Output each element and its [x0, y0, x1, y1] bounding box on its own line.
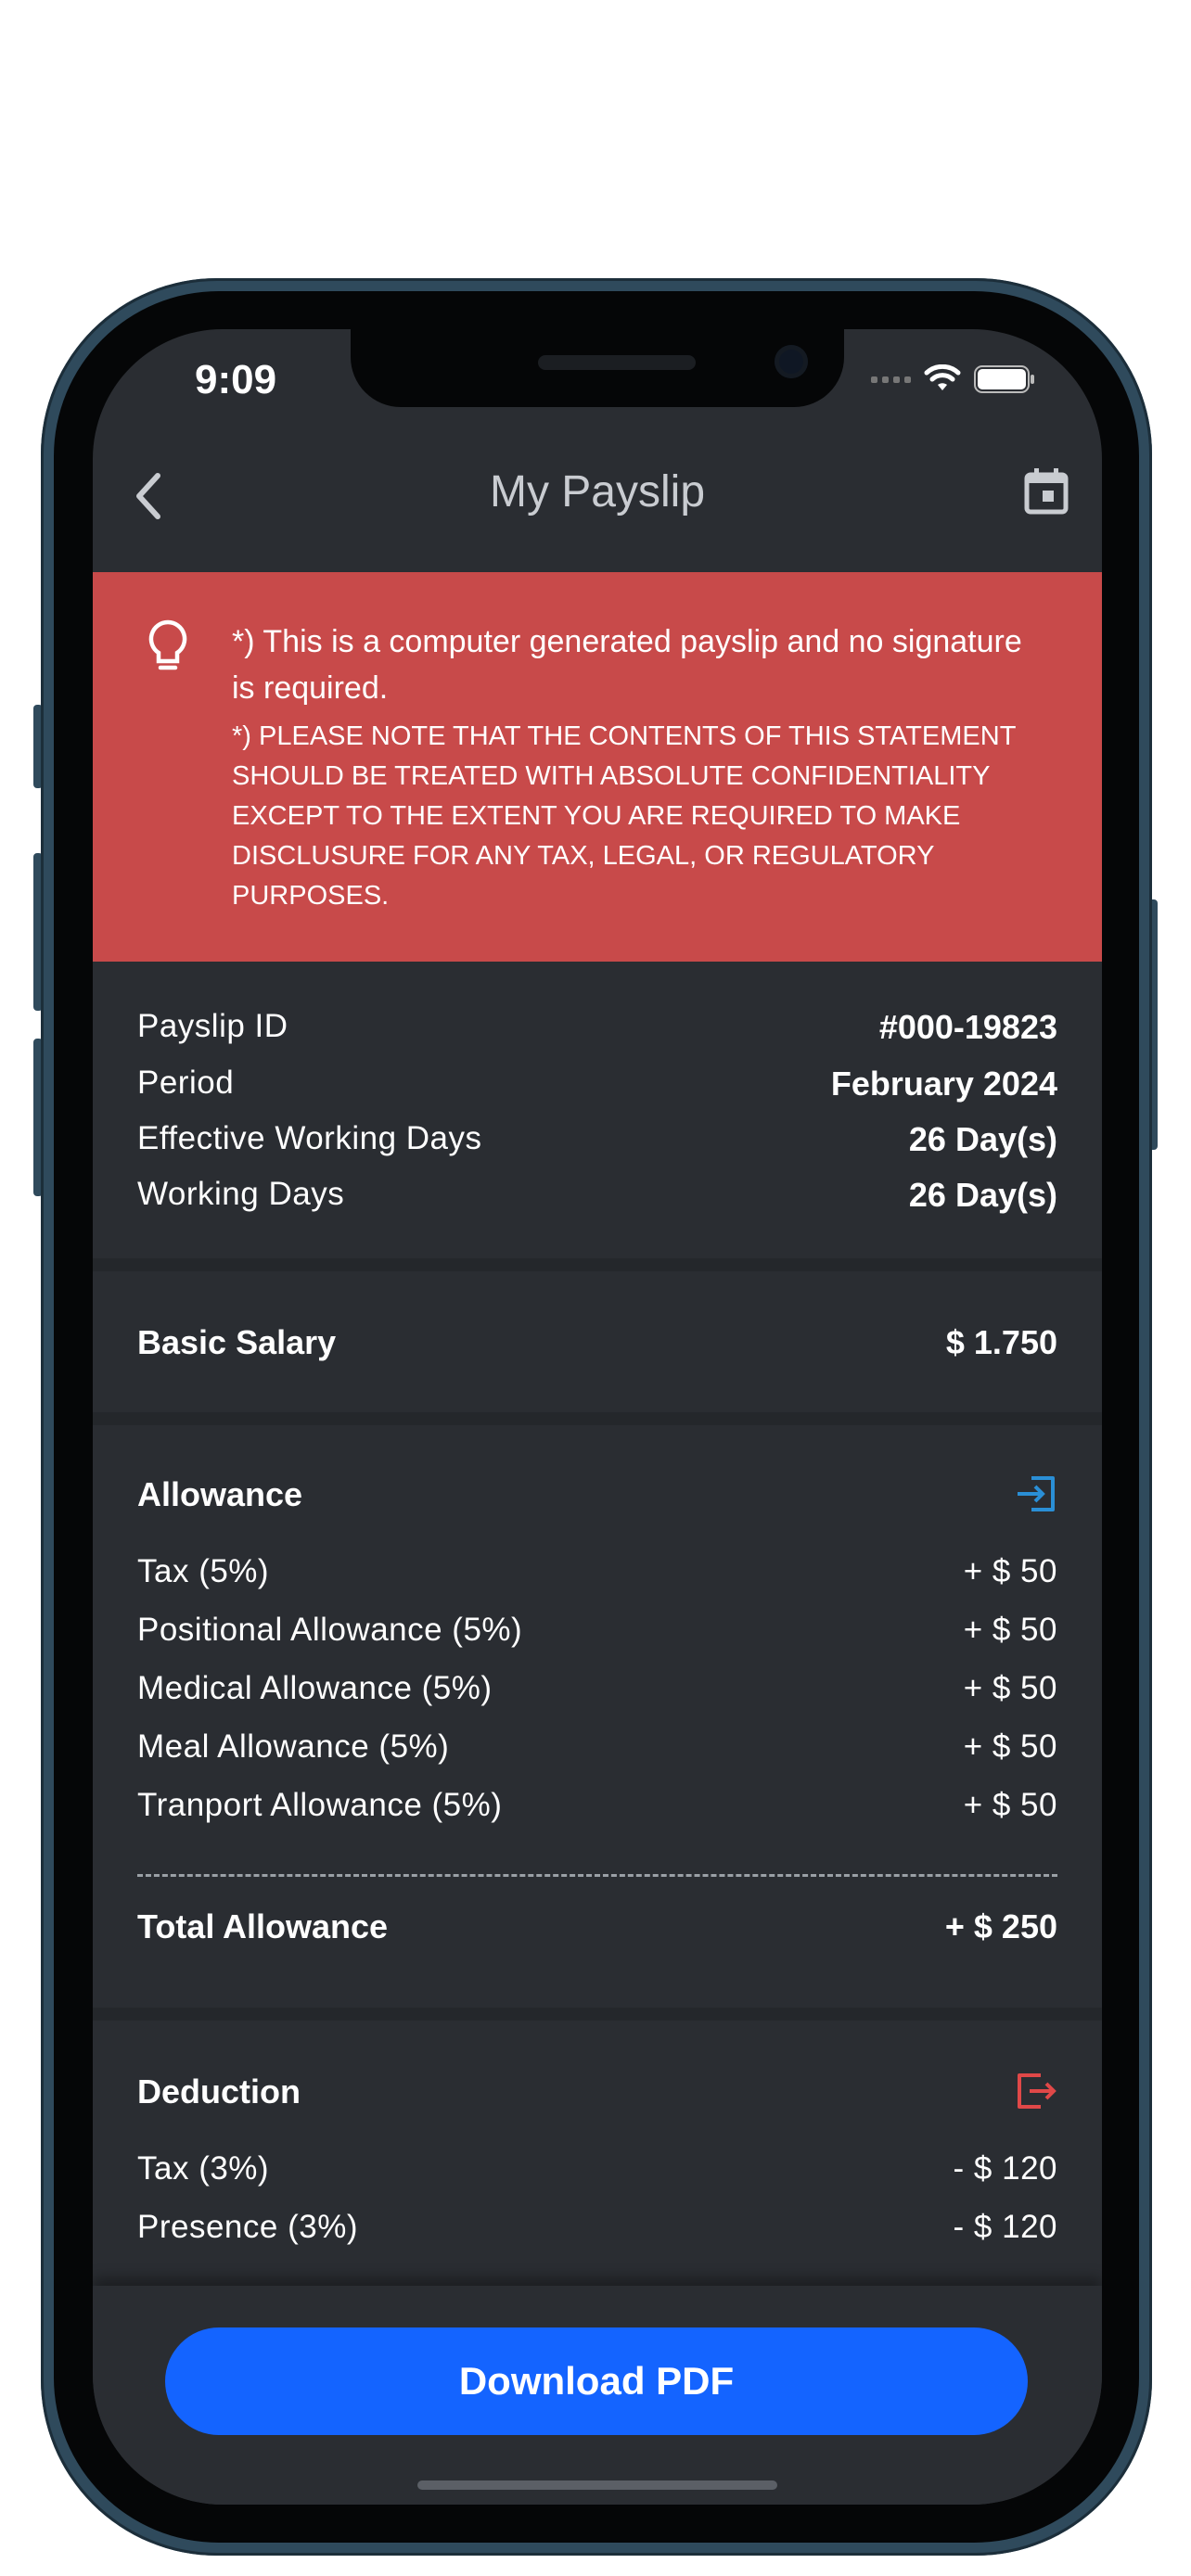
basic-salary-value: $ 1.750: [945, 1323, 1057, 1361]
basic-salary-label: Basic Salary: [137, 1323, 337, 1361]
app-header: My Payslip: [93, 450, 1102, 533]
deduction-item: Tax (3%) - $ 120: [137, 2150, 1057, 2187]
confidentiality-banner: *) This is a computer generated payslip …: [93, 572, 1102, 962]
confidentiality-note: *) PLEASE NOTE THAT THE CONTENTS OF THIS…: [232, 721, 1016, 911]
basic-salary-section: Basic Salary $ 1.750: [93, 1271, 1102, 1412]
summary-row-working-days: Working Days 26 Day(s): [137, 1176, 1057, 1215]
allowance-item-value: + $ 50: [963, 1553, 1057, 1589]
payslip-summary: Payslip ID #000-19823 Period February 20…: [93, 962, 1102, 1258]
allowance-item-value: + $ 50: [963, 1670, 1057, 1706]
summary-value: February 2024: [830, 1065, 1057, 1103]
deduction-section: Deduction Tax (3%) - $ 120 Presence (3%)…: [93, 2021, 1102, 2299]
allowance-item-label: Tranport Allowance (5%): [137, 1787, 503, 1823]
divider: [93, 2008, 1102, 2021]
allowance-item-label: Positional Allowance (5%): [137, 1612, 523, 1648]
summary-row-effective-days: Effective Working Days 26 Day(s): [137, 1120, 1057, 1159]
calendar-icon[interactable]: [1022, 466, 1070, 516]
allowance-item-value: + $ 50: [963, 1612, 1057, 1648]
allowance-item: Tranport Allowance (5%) + $ 50: [137, 1787, 1057, 1824]
wifi-icon: [924, 364, 961, 390]
summary-label: Payslip ID: [137, 1008, 288, 1044]
summary-value: 26 Day(s): [908, 1120, 1057, 1158]
dashed-divider: [137, 1874, 1057, 1877]
allowance-item: Positional Allowance (5%) + $ 50: [137, 1612, 1057, 1649]
summary-row-period: Period February 2024: [137, 1065, 1057, 1103]
summary-label: Period: [137, 1065, 235, 1101]
total-allowance-value: + $ 250: [944, 1907, 1057, 1945]
allowance-item-value: + $ 50: [963, 1787, 1057, 1823]
lightbulb-icon: [148, 619, 187, 670]
deduction-header: Deduction: [137, 2072, 1057, 2111]
allowance-item: Tax (5%) + $ 50: [137, 1553, 1057, 1590]
deduction-item-value: - $ 120: [953, 2150, 1057, 2187]
deduction-item-label: Tax (3%): [137, 2150, 270, 2187]
allowance-item-label: Meal Allowance (5%): [137, 1728, 450, 1765]
bottom-action-bar: Download PDF: [93, 2286, 1102, 2505]
total-allowance-label: Total Allowance: [137, 1907, 389, 1945]
allowance-item-label: Tax (5%): [137, 1553, 270, 1589]
deduction-item: Presence (3%) - $ 120: [137, 2209, 1057, 2246]
status-time: 9:09: [195, 357, 277, 402]
summary-value: 26 Day(s): [908, 1176, 1057, 1214]
status-icons: [871, 364, 1035, 394]
page-title: My Payslip: [489, 467, 706, 516]
front-camera: [775, 345, 808, 378]
allowance-section: Allowance Tax (5%) + $ 50 Positional All…: [93, 1425, 1102, 2008]
generated-note: *) This is a computer generated payslip …: [232, 624, 1022, 706]
home-indicator[interactable]: [417, 2480, 777, 2490]
summary-label: Working Days: [137, 1176, 345, 1212]
allowance-title: Allowance: [137, 1475, 303, 1513]
outgoing-icon: [1018, 2073, 1057, 2109]
deduction-title: Deduction: [137, 2072, 301, 2111]
allowance-item-label: Medical Allowance (5%): [137, 1670, 493, 1706]
app-screen: 9:09 My Payslip *) This is a computer ge…: [93, 329, 1102, 2505]
total-allowance-row: Total Allowance + $ 250: [137, 1907, 1057, 1946]
income-icon: [1018, 1476, 1055, 1511]
battery-icon: [974, 365, 1034, 393]
download-pdf-button[interactable]: Download PDF: [165, 2327, 1028, 2435]
summary-label: Effective Working Days: [137, 1120, 482, 1156]
allowance-header: Allowance: [137, 1475, 1057, 1514]
earpiece-speaker: [538, 355, 696, 370]
allowance-item: Medical Allowance (5%) + $ 50: [137, 1670, 1057, 1707]
deduction-item-label: Presence (3%): [137, 2209, 358, 2245]
summary-row-payslip-id: Payslip ID #000-19823: [137, 1008, 1057, 1047]
deduction-item-value: - $ 120: [953, 2209, 1057, 2245]
divider: [93, 1258, 1102, 1271]
divider: [93, 1412, 1102, 1425]
basic-salary-row: Basic Salary $ 1.750: [137, 1323, 1057, 1362]
allowance-item-value: + $ 50: [963, 1728, 1057, 1765]
allowance-item: Meal Allowance (5%) + $ 50: [137, 1728, 1057, 1766]
summary-value: #000-19823: [878, 1008, 1057, 1046]
signal-icon: [871, 376, 911, 383]
